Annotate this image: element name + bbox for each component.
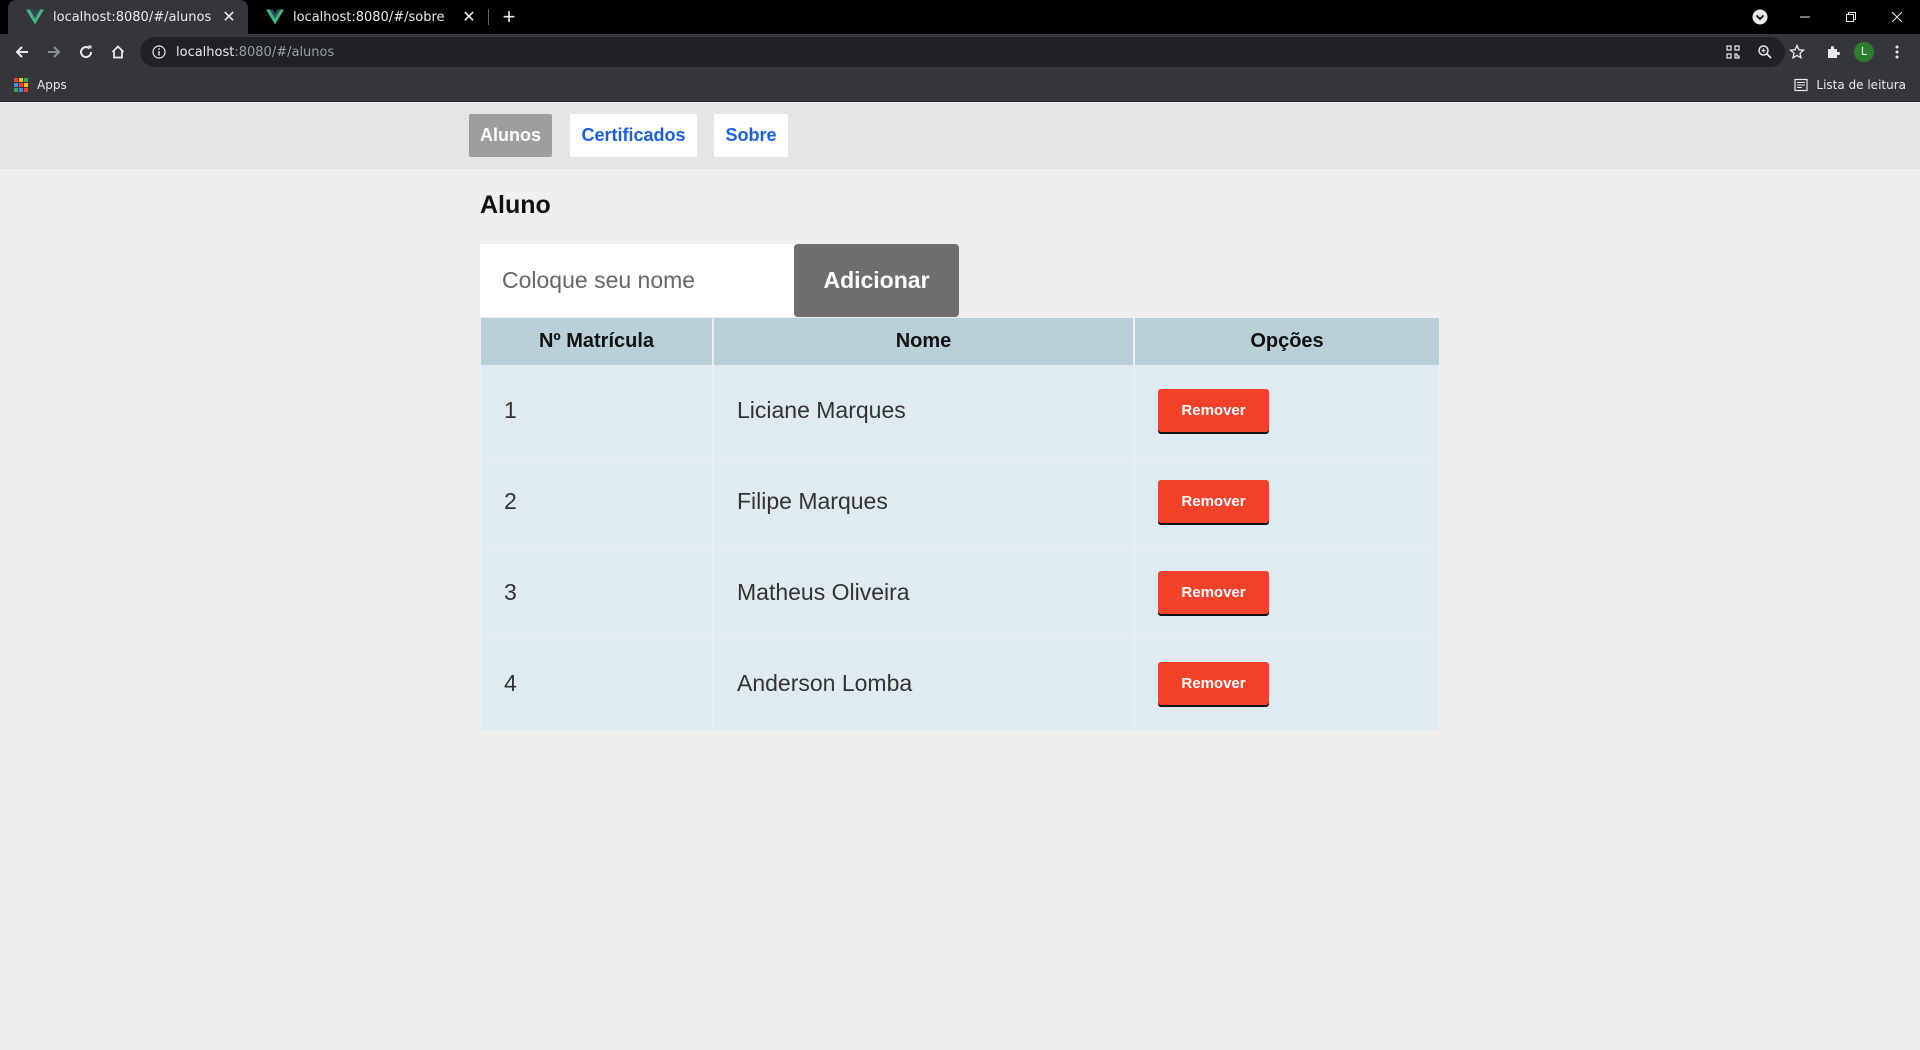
- browser-tab-alunos[interactable]: localhost:8080/#/alunos ✕: [8, 0, 248, 34]
- close-icon: [1891, 11, 1903, 23]
- student-options: Remover: [1134, 365, 1439, 457]
- more-vertical-icon: [1895, 45, 1899, 59]
- student-id: 3: [481, 547, 714, 639]
- reload-icon: [80, 45, 93, 59]
- close-tab-icon[interactable]: ✕: [460, 8, 478, 26]
- minimize-icon: [1800, 16, 1810, 18]
- nav-link-alunos[interactable]: Alunos: [469, 114, 552, 157]
- tab-separator: [488, 9, 489, 25]
- close-window-button[interactable]: [1874, 0, 1920, 34]
- table-header-row: Nº Matrícula Nome Opções: [481, 318, 1439, 365]
- browser-menu-button[interactable]: [1883, 38, 1911, 66]
- student-id: 1: [481, 365, 714, 457]
- table-row: 1 Liciane Marques Remover: [481, 365, 1439, 457]
- student-options: Remover: [1134, 456, 1439, 548]
- apps-bookmark[interactable]: Apps: [14, 78, 67, 92]
- apps-label: Apps: [37, 78, 67, 92]
- forward-button[interactable]: [40, 38, 68, 66]
- browser-tab-strip: localhost:8080/#/alunos ✕ localhost:8080…: [0, 0, 1920, 34]
- remove-button[interactable]: Remover: [1158, 480, 1269, 523]
- profile-avatar[interactable]: L: [1854, 42, 1874, 62]
- tab-title: localhost:8080/#/alunos: [53, 9, 212, 25]
- reading-list-label: Lista de leitura: [1816, 78, 1906, 92]
- browser-tab-sobre[interactable]: localhost:8080/#/sobre ✕: [248, 0, 488, 34]
- page-viewport: Alunos Certificados Sobre Aluno Adiciona…: [0, 103, 1920, 1050]
- minimize-button[interactable]: [1782, 0, 1828, 34]
- student-options: Remover: [1134, 547, 1439, 639]
- info-icon: [152, 45, 166, 59]
- table-row: 4 Anderson Lomba Remover: [481, 638, 1439, 730]
- puzzle-icon: [1828, 46, 1840, 58]
- reload-button[interactable]: [72, 38, 100, 66]
- student-name-input[interactable]: [480, 244, 794, 317]
- tab-search-button[interactable]: [1737, 0, 1783, 34]
- extensions-button[interactable]: [1819, 38, 1847, 66]
- student-name: Liciane Marques: [713, 365, 1135, 457]
- home-icon: [111, 45, 125, 59]
- restore-button[interactable]: [1828, 0, 1874, 34]
- back-button[interactable]: [8, 38, 36, 66]
- tab-title: localhost:8080/#/sobre: [293, 9, 445, 25]
- column-header-matricula: Nº Matrícula: [481, 318, 714, 365]
- address-bar[interactable]: localhost:8080/#/alunos: [140, 37, 1805, 67]
- table-row: 3 Matheus Oliveira Remover: [481, 547, 1439, 639]
- student-id: 4: [481, 638, 714, 730]
- chevron-down-icon: [1752, 9, 1768, 25]
- add-student-button[interactable]: Adicionar: [794, 244, 959, 317]
- column-header-nome: Nome: [713, 318, 1135, 365]
- remove-button[interactable]: Remover: [1158, 571, 1269, 614]
- remove-button[interactable]: Remover: [1158, 662, 1269, 705]
- arrow-right-icon: [48, 46, 61, 58]
- vue-logo-icon: [26, 9, 44, 25]
- student-id: 2: [481, 456, 714, 548]
- bookmarks-bar: Apps Lista de leitura: [0, 70, 1920, 102]
- student-name: Matheus Oliveira: [713, 547, 1135, 639]
- home-button[interactable]: [104, 38, 132, 66]
- nav-link-sobre[interactable]: Sobre: [714, 114, 788, 157]
- url-path: :8080/#/alunos: [234, 44, 335, 60]
- star-icon[interactable]: [1789, 44, 1805, 60]
- close-tab-icon[interactable]: ✕: [220, 8, 238, 26]
- qr-code-icon[interactable]: [1725, 44, 1741, 60]
- student-name: Anderson Lomba: [713, 638, 1135, 730]
- apps-grid-icon: [14, 78, 28, 92]
- nav-link-certificados[interactable]: Certificados: [570, 114, 697, 157]
- new-tab-button[interactable]: +: [496, 4, 522, 30]
- reading-list-icon: [1794, 78, 1808, 92]
- remove-button[interactable]: Remover: [1158, 388, 1269, 432]
- student-name: Filipe Marques: [713, 456, 1135, 548]
- student-options: Remover: [1134, 638, 1439, 730]
- table-row: 2 Filipe Marques Remover: [481, 456, 1439, 548]
- arrow-left-icon: [15, 46, 28, 58]
- students-table: Nº Matrícula Nome Opções 1 Liciane Marqu…: [481, 318, 1439, 730]
- reading-list-button[interactable]: Lista de leitura: [1794, 78, 1906, 92]
- url-host: localhost: [176, 44, 235, 60]
- browser-toolbar: localhost:8080/#/alunos L: [0, 34, 1920, 70]
- column-header-opcoes: Opções: [1134, 318, 1439, 365]
- vue-logo-icon: [266, 9, 284, 25]
- zoom-icon[interactable]: [1757, 44, 1773, 60]
- restore-icon: [1846, 12, 1856, 22]
- app-nav-bar: Alunos Certificados Sobre: [0, 103, 1920, 169]
- page-title: Aluno: [480, 191, 551, 219]
